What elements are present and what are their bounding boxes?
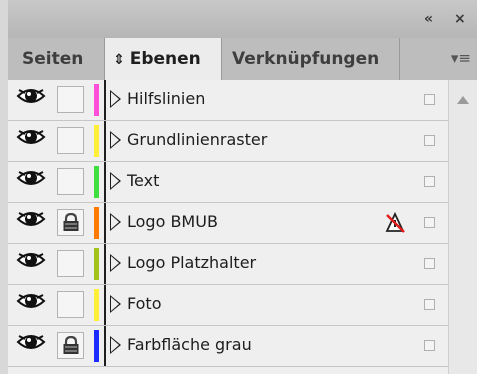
eye-icon[interactable]: [12, 290, 50, 320]
tab-label: Verknüpfungen: [232, 49, 380, 69]
divider: [104, 285, 106, 325]
layer-name[interactable]: Foto: [127, 294, 161, 313]
selection-target-box[interactable]: [424, 135, 435, 146]
scroll-up-arrow-icon[interactable]: [457, 96, 469, 104]
layer-row[interactable]: Grundlinienraster: [8, 121, 448, 162]
layer-name[interactable]: Logo BMUB: [127, 212, 218, 231]
lock-toggle[interactable]: [57, 168, 84, 195]
layer-row[interactable]: Logo BMUB: [8, 203, 448, 244]
close-icon[interactable]: ×: [454, 11, 466, 27]
expand-triangle-icon[interactable]: [110, 172, 121, 190]
layer-color-swatch: [94, 289, 99, 321]
layer-row[interactable]: Text: [8, 162, 448, 203]
selection-target-box[interactable]: [424, 299, 435, 310]
layer-list: Hilfslinien Grundlinienraster Text Logo BMU…: [8, 80, 477, 374]
layer-color-swatch: [94, 166, 99, 198]
layer-row[interactable]: Foto: [8, 285, 448, 326]
expand-triangle-icon[interactable]: [110, 254, 121, 272]
expand-triangle-icon[interactable]: [110, 131, 121, 149]
tab-label: Ebenen: [129, 49, 201, 69]
layer-row[interactable]: Logo Platzhalter: [8, 244, 448, 285]
layer-color-swatch: [94, 125, 99, 157]
eye-icon[interactable]: [12, 249, 50, 279]
eye-icon[interactable]: [12, 208, 50, 238]
divider: [104, 80, 106, 120]
selection-target-box[interactable]: [424, 94, 435, 105]
divider: [104, 244, 106, 284]
tab-strip: Seiten ⇕ Ebenen Verknüpfungen ▾≡: [8, 38, 477, 81]
expand-triangle-icon[interactable]: [110, 90, 121, 108]
eye-icon[interactable]: [12, 126, 50, 156]
lock-toggle[interactable]: [57, 86, 84, 113]
eye-icon[interactable]: [12, 167, 50, 197]
expand-triangle-icon[interactable]: [110, 336, 121, 354]
crossed-pen-icon: [384, 211, 406, 238]
divider: [104, 203, 106, 243]
layer-color-swatch: [94, 248, 99, 280]
layer-name[interactable]: Grundlinienraster: [127, 130, 267, 149]
layer-color-swatch: [94, 207, 99, 239]
layer-name[interactable]: Hilfslinien: [127, 89, 205, 108]
double-chevron-left-icon[interactable]: «: [424, 11, 433, 27]
selection-target-box[interactable]: [424, 217, 435, 228]
tab-verknuepfungen[interactable]: Verknüpfungen: [222, 38, 400, 80]
scrollbar[interactable]: [448, 80, 477, 374]
layer-color-swatch: [94, 84, 99, 116]
layer-row[interactable]: Hilfslinien: [8, 80, 448, 121]
divider: [104, 162, 106, 202]
panel-menu-icon[interactable]: ▾≡: [451, 49, 471, 67]
lock-toggle[interactable]: [57, 127, 84, 154]
selection-target-box[interactable]: [424, 176, 435, 187]
layer-row[interactable]: Farbfläche grau: [8, 326, 448, 367]
layer-name[interactable]: Farbfläche grau: [127, 335, 252, 354]
sort-arrows-icon: ⇕: [113, 52, 125, 68]
tab-seiten[interactable]: Seiten: [8, 38, 105, 80]
tab-label: Seiten: [22, 49, 84, 69]
eye-icon[interactable]: [12, 85, 50, 115]
divider: [104, 121, 106, 161]
selection-target-box[interactable]: [424, 340, 435, 351]
panel-titlebar: « ×: [8, 0, 477, 39]
lock-toggle[interactable]: [57, 209, 84, 236]
layer-name[interactable]: Text: [127, 171, 159, 190]
layer-color-swatch: [94, 330, 99, 362]
eye-icon[interactable]: [12, 331, 50, 361]
expand-triangle-icon[interactable]: [110, 295, 121, 313]
layers-panel: « × Seiten ⇕ Ebenen Verknüpfungen ▾≡ Hilf…: [8, 0, 477, 374]
lock-toggle[interactable]: [57, 332, 84, 359]
layer-name[interactable]: Logo Platzhalter: [127, 253, 256, 272]
expand-triangle-icon[interactable]: [110, 213, 121, 231]
lock-toggle[interactable]: [57, 291, 84, 318]
selection-target-box[interactable]: [424, 258, 435, 269]
tab-ebenen[interactable]: ⇕ Ebenen: [105, 38, 222, 81]
lock-toggle[interactable]: [57, 250, 84, 277]
divider: [104, 326, 106, 366]
